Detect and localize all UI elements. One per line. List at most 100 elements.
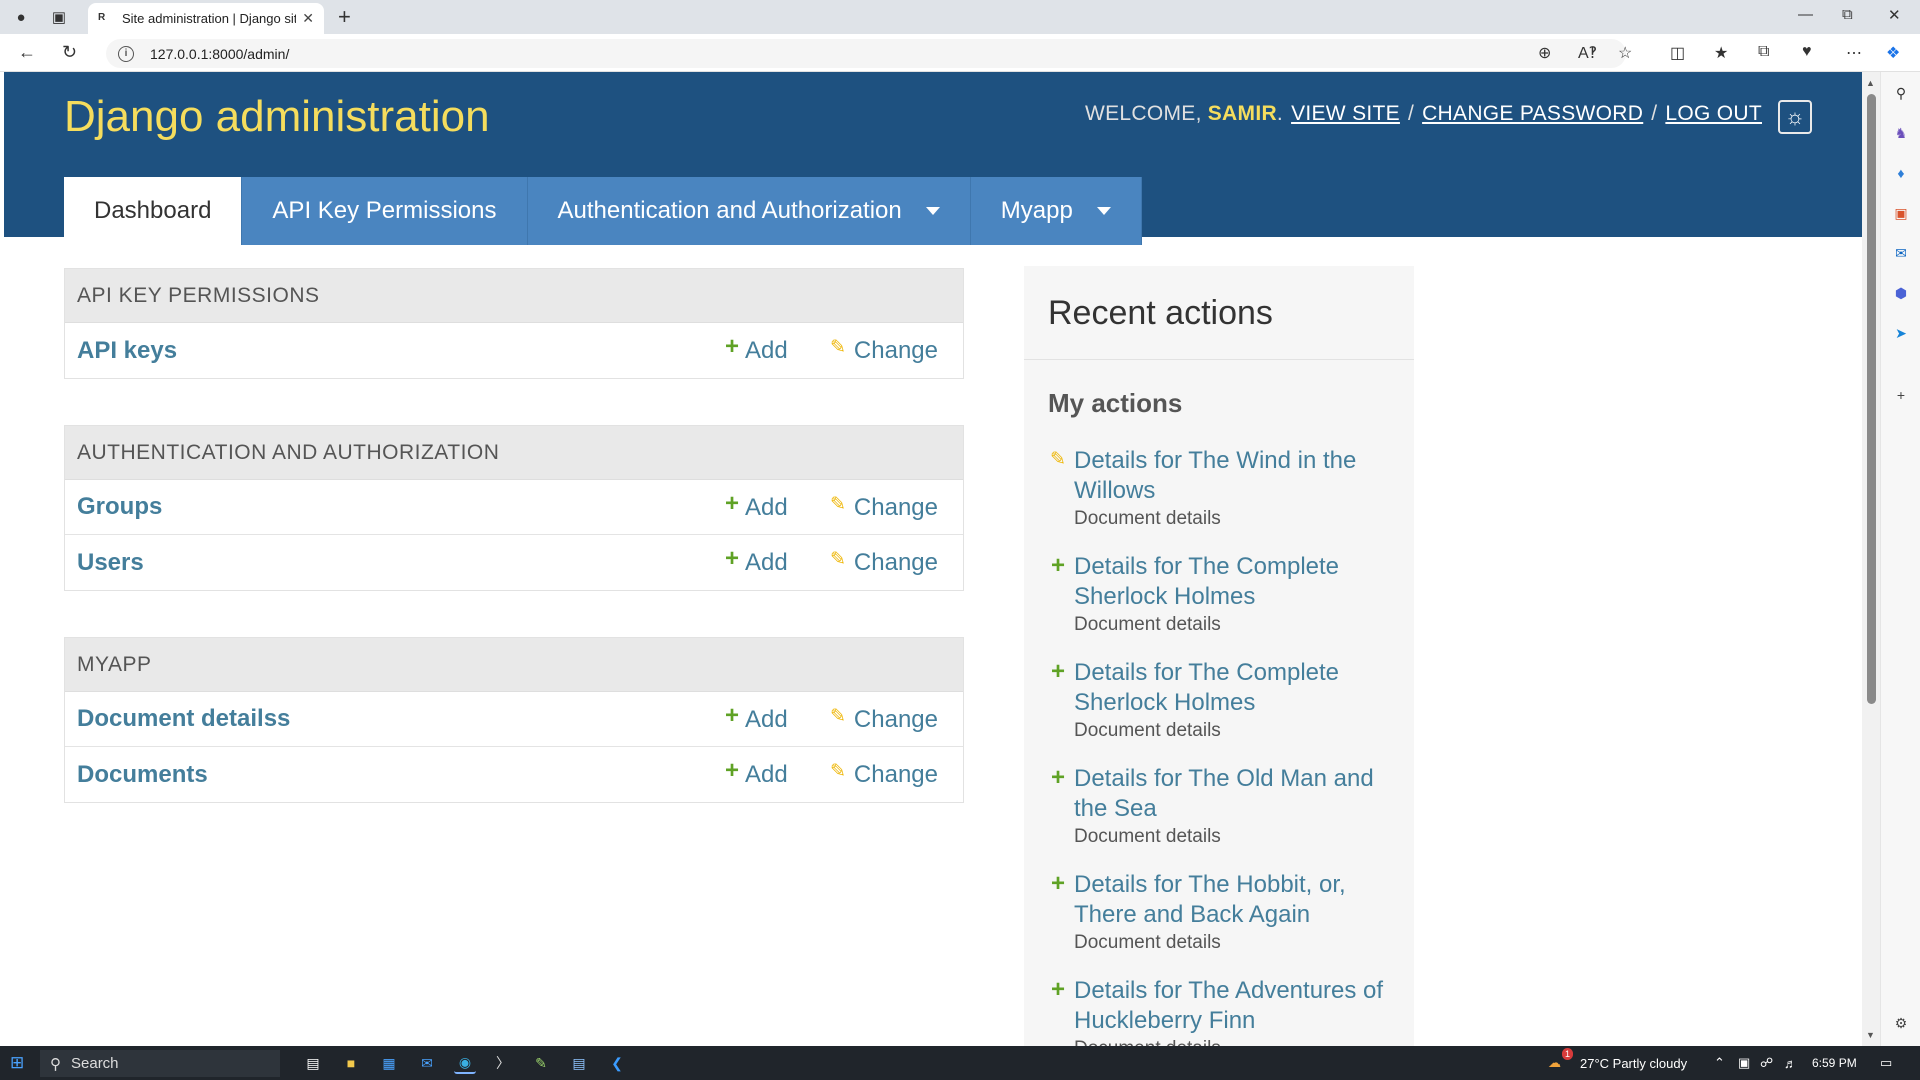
action-link[interactable]: Details for The Hobbit, or, There and Ba… (1074, 870, 1398, 930)
split-screen-icon[interactable]: ◫ (1670, 43, 1685, 63)
view-site-link[interactable]: VIEW SITE (1291, 102, 1400, 126)
send-icon[interactable]: ➤ (1890, 322, 1912, 344)
tab-api-key-permissions[interactable]: API Key Permissions (242, 177, 528, 245)
file-explorer-icon[interactable]: ■ (340, 1052, 362, 1074)
read-aloud-icon[interactable]: A‽ (1578, 43, 1597, 63)
back-icon[interactable]: ← (18, 42, 36, 63)
restore-icon[interactable]: ⧉ (1842, 6, 1853, 23)
model-link[interactable]: Documents (77, 761, 208, 789)
close-tab-icon[interactable]: ✕ (302, 10, 314, 27)
search-icon[interactable]: ⚲ (1890, 82, 1912, 104)
more-options-icon[interactable]: ⋯ (1846, 43, 1862, 63)
action-link[interactable]: Details for The Wind in the Willows (1074, 446, 1398, 506)
settings-gear-icon[interactable]: ⚙ (1890, 1012, 1912, 1034)
model-link[interactable]: API keys (77, 337, 177, 365)
network-icon[interactable]: ☍ (1760, 1052, 1773, 1074)
m365-icon[interactable]: ⬢ (1890, 282, 1912, 304)
clock[interactable]: 6:59 PM (1812, 1052, 1857, 1074)
notifications-icon[interactable]: ▭ (1880, 1052, 1892, 1074)
change-link[interactable]: ✎ Change (830, 337, 938, 365)
weather-icon[interactable]: ☁ (1548, 1052, 1561, 1074)
scrollbar-thumb[interactable] (1867, 94, 1876, 704)
add-link[interactable]: + Add (725, 547, 788, 577)
edge-browser-icon[interactable]: ◉ (454, 1052, 476, 1074)
action-type: Document details (1074, 1038, 1398, 1046)
weather-text[interactable]: 27°C Partly cloudy (1580, 1052, 1687, 1074)
toolbox-icon[interactable]: ▣ (1890, 202, 1912, 224)
plus-icon: + (725, 490, 740, 517)
tab-myapp[interactable]: Myapp (970, 177, 1142, 245)
site-branding[interactable]: Django administration (64, 92, 490, 142)
favorites-icon[interactable]: ★ (1714, 43, 1728, 63)
chess-icon[interactable]: ♞ (1890, 122, 1912, 144)
notepad-icon[interactable]: ✎ (530, 1052, 552, 1074)
change-link[interactable]: ✎ Change (830, 706, 938, 734)
add-link[interactable]: + Add (725, 490, 788, 522)
action-link[interactable]: Details for The Old Man and the Sea (1074, 764, 1398, 824)
change-link[interactable]: ✎ Change (830, 761, 938, 789)
browser-essentials-icon[interactable]: ♥ (1802, 43, 1812, 61)
task-view-icon[interactable]: ▤ (302, 1052, 324, 1074)
outlook-icon[interactable]: ✉ (1890, 242, 1912, 264)
scroll-up-icon[interactable]: ▲ (1866, 78, 1875, 88)
page-scrollbar[interactable]: ▲ ▼ (1862, 72, 1880, 1046)
tray-chevron-icon[interactable]: ⌃ (1714, 1052, 1725, 1074)
profile-icon[interactable]: ● (10, 6, 32, 28)
windows-start-icon[interactable]: ⊞ (10, 1052, 24, 1074)
model-link[interactable]: Users (77, 549, 144, 577)
theme-toggle-sun-icon[interactable]: ☼ (1778, 100, 1812, 134)
plus-icon: + (725, 702, 740, 729)
model-row: Document detailss + Add ✎ Change (65, 692, 963, 747)
browser-tab[interactable]: R Site administration | Django site a ✕ (88, 3, 324, 34)
favorite-star-icon[interactable]: ☆ (1618, 43, 1632, 63)
mail-icon[interactable]: ✉ (416, 1052, 438, 1074)
store-icon[interactable]: ▦ (378, 1052, 400, 1074)
add-link[interactable]: + Add (725, 702, 788, 734)
tab-label: Authentication and Authorization (557, 197, 902, 224)
address-bar[interactable]: i 127.0.0.1:8000/admin/ (106, 39, 1626, 68)
my-actions-heading: My actions (1048, 388, 1183, 418)
module-caption[interactable]: API KEY PERMISSIONS (65, 269, 963, 323)
action-link[interactable]: Details for The Adventures of Huckleberr… (1074, 976, 1398, 1036)
add-icon[interactable]: + (1890, 384, 1912, 406)
refresh-icon[interactable]: ↻ (62, 42, 77, 63)
plus-icon: + (725, 757, 740, 784)
collections-icon[interactable]: ⧉ (1758, 43, 1769, 61)
site-info-icon[interactable]: i (118, 45, 134, 62)
add-link[interactable]: + Add (725, 757, 788, 789)
add-link[interactable]: + Add (725, 335, 788, 365)
change-password-link[interactable]: CHANGE PASSWORD (1422, 102, 1643, 126)
terminal-icon[interactable]: 〉 (492, 1052, 514, 1074)
copilot-icon[interactable]: ❖ (1886, 43, 1900, 63)
tab-authentication-and-authorization[interactable]: Authentication and Authorization (527, 177, 971, 245)
change-link[interactable]: ✎ Change (830, 549, 938, 577)
action-link[interactable]: Details for The Complete Sherlock Holmes (1074, 552, 1398, 612)
model-link[interactable]: Document detailss (77, 705, 290, 733)
scroll-down-icon[interactable]: ▼ (1866, 1030, 1875, 1040)
module-caption[interactable]: AUTHENTICATION AND AUTHORIZATION (65, 426, 963, 480)
plus-icon: + (1050, 764, 1065, 791)
notes-icon[interactable]: ▤ (568, 1052, 590, 1074)
tray-app-icon[interactable]: ▣ (1738, 1052, 1750, 1074)
change-label: Change (853, 549, 938, 576)
change-link[interactable]: ✎ Change (830, 494, 938, 522)
module-authentication-and-authorization: AUTHENTICATION AND AUTHORIZATION Groups … (64, 425, 964, 591)
zoom-icon[interactable]: ⊕ (1538, 43, 1551, 63)
plus-icon: + (1050, 658, 1065, 685)
log-out-link[interactable]: LOG OUT (1665, 102, 1762, 126)
volume-icon[interactable]: ♬ (1784, 1052, 1797, 1074)
minimize-icon[interactable]: — (1798, 6, 1813, 23)
action-item: ✎ Details for The Wind in the Willows Do… (1048, 446, 1398, 530)
new-tab-button[interactable]: + (338, 4, 351, 30)
plus-icon: + (1050, 976, 1065, 1003)
tab-actions-icon[interactable]: ▣ (48, 6, 70, 28)
vscode-icon[interactable]: ❮ (606, 1052, 628, 1074)
action-link[interactable]: Details for The Complete Sherlock Holmes (1074, 658, 1398, 718)
taskbar-search[interactable]: ⚲ Search (40, 1050, 280, 1077)
module-caption[interactable]: MYAPP (65, 638, 963, 692)
close-window-icon[interactable]: ✕ (1888, 6, 1901, 24)
model-link[interactable]: Groups (77, 493, 162, 521)
tag-icon[interactable]: ♦ (1890, 162, 1912, 184)
tab-dashboard[interactable]: Dashboard (64, 177, 243, 245)
edge-sidebar: ⚲ ♞ ♦ ▣ ✉ ⬢ ➤ + ⚙ (1880, 72, 1920, 1046)
